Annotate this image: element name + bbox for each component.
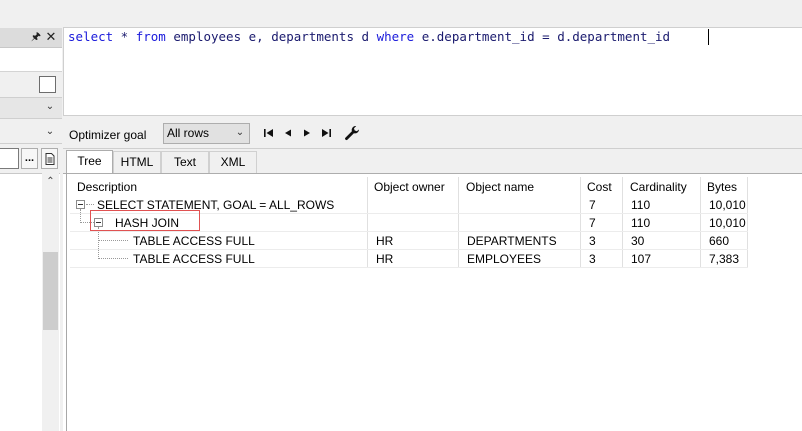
column-divider — [458, 177, 459, 267]
tab-text[interactable]: Text — [161, 151, 209, 173]
plan-row-cost: 3 — [589, 234, 596, 248]
plan-row-description[interactable]: TABLE ACCESS FULL — [133, 250, 255, 268]
plan-row-cardinality: 107 — [631, 252, 652, 266]
plan-row-cost: 3 — [589, 252, 596, 266]
sql-keyword[interactable]: from — [136, 29, 166, 44]
column-header-cost[interactable]: Cost — [587, 178, 612, 196]
plan-row-bytes: 7,383 — [709, 252, 740, 266]
plan-row-owner: HR — [376, 234, 394, 248]
pin-icon[interactable]: 🖈 — [30, 30, 42, 44]
column-header-object-name[interactable]: Object name — [466, 178, 534, 196]
plan-row-object-name: DEPARTMENTS — [467, 234, 557, 248]
plan-row-cardinality: 110 — [631, 198, 651, 212]
column-divider — [367, 177, 368, 267]
collapse-icon[interactable] — [76, 200, 85, 209]
tab-html[interactable]: HTML — [113, 151, 161, 173]
document-icon — [45, 153, 55, 165]
plan-row-bytes: 10,010 — [709, 216, 746, 230]
browse-button[interactable]: ... — [21, 148, 38, 169]
chevron-up-icon[interactable]: ⌃ — [42, 175, 59, 189]
chevron-down-icon[interactable]: ⌄ — [44, 101, 56, 113]
plan-row-cardinality: 110 — [631, 216, 651, 230]
column-header-bytes[interactable]: Bytes — [707, 178, 737, 196]
plan-row-cardinality: 30 — [631, 234, 645, 248]
optimizer-goal-value[interactable]: All rows — [167, 125, 209, 141]
left-panel-filter-input[interactable] — [0, 148, 19, 169]
column-divider — [580, 177, 581, 267]
plan-row-cost: 7 — [589, 198, 596, 212]
close-icon[interactable]: ✕ — [45, 29, 57, 44]
tab-xml[interactable]: XML — [209, 151, 257, 173]
text-caret — [708, 29, 709, 45]
tree-connector — [98, 227, 99, 259]
left-panel-field[interactable] — [0, 48, 62, 72]
optimizer-goal-label: Optimizer goal — [69, 128, 147, 142]
tree-connector — [86, 204, 94, 205]
sql-token[interactable]: * — [113, 29, 136, 44]
tree-connector — [98, 240, 128, 241]
document-button[interactable] — [41, 148, 58, 169]
plan-row-description[interactable]: SELECT STATEMENT, GOAL = ALL_ROWS — [97, 196, 334, 214]
tab-tree[interactable]: Tree — [66, 150, 113, 173]
column-divider — [622, 177, 623, 267]
plan-row-cost: 7 — [589, 216, 596, 230]
previous-icon[interactable] — [280, 125, 296, 141]
tree-connector — [80, 209, 81, 223]
sql-token[interactable]: e.department_id = d.department_id — [414, 29, 670, 44]
column-divider — [700, 177, 701, 267]
next-icon[interactable] — [299, 125, 315, 141]
sql-query-text[interactable]: select * from employees e, departments d… — [68, 29, 670, 45]
column-header-cardinality[interactable]: Cardinality — [630, 178, 687, 196]
last-icon[interactable] — [318, 125, 334, 141]
tree-connector — [98, 258, 128, 259]
plan-row-bytes: 660 — [709, 234, 730, 248]
column-header-object-owner[interactable]: Object owner — [374, 178, 445, 196]
grid-border — [66, 173, 67, 431]
plan-row-description[interactable]: TABLE ACCESS FULL — [133, 232, 255, 250]
plan-row-owner: HR — [376, 252, 394, 266]
scrollbar-thumb[interactable] — [43, 252, 58, 330]
plan-row-description[interactable]: HASH JOIN — [115, 214, 179, 232]
plan-row-bytes: 10,010 — [709, 198, 746, 212]
sql-token[interactable]: employees e, departments d — [166, 29, 377, 44]
first-icon[interactable] — [261, 125, 277, 141]
left-panel-checkbox[interactable] — [39, 76, 56, 93]
plan-row-object-name: EMPLOYEES — [467, 252, 542, 266]
column-divider — [747, 177, 748, 267]
wrench-icon[interactable] — [343, 124, 361, 142]
sql-keyword[interactable]: where — [377, 29, 415, 44]
chevron-down-icon[interactable]: ⌄ — [44, 126, 56, 138]
column-header-description[interactable]: Description — [77, 178, 137, 196]
chevron-down-icon[interactable]: ⌄ — [234, 126, 246, 140]
sql-keyword[interactable]: select — [68, 29, 113, 44]
